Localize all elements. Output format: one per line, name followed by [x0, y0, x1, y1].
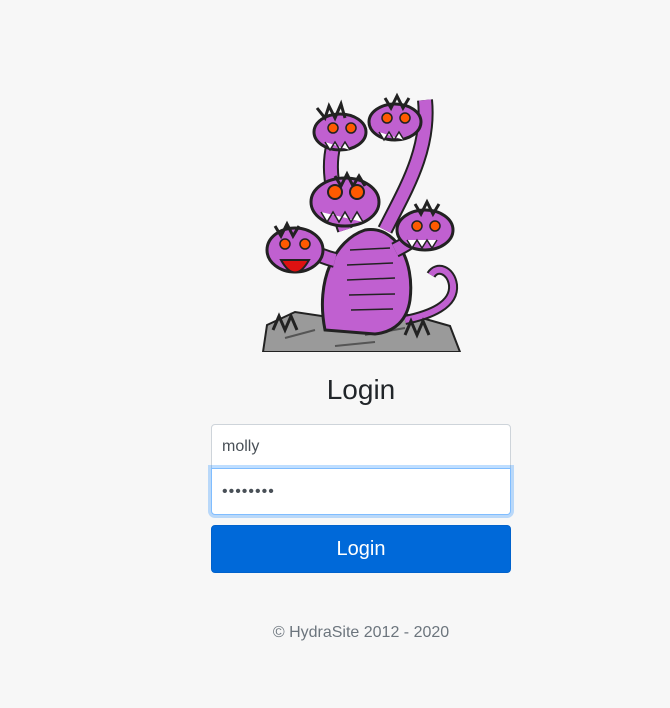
- page-title: Login: [326, 374, 396, 405]
- hydra-logo-icon: [261, 92, 462, 352]
- username-field[interactable]: [211, 424, 511, 469]
- copyright-footer: © HydraSite 2012 - 2020: [272, 624, 450, 641]
- login-button[interactable]: Login: [211, 525, 511, 573]
- login-page: Login Login © HydraSite 2012 - 2020: [0, 0, 670, 708]
- password-field[interactable]: [211, 468, 511, 515]
